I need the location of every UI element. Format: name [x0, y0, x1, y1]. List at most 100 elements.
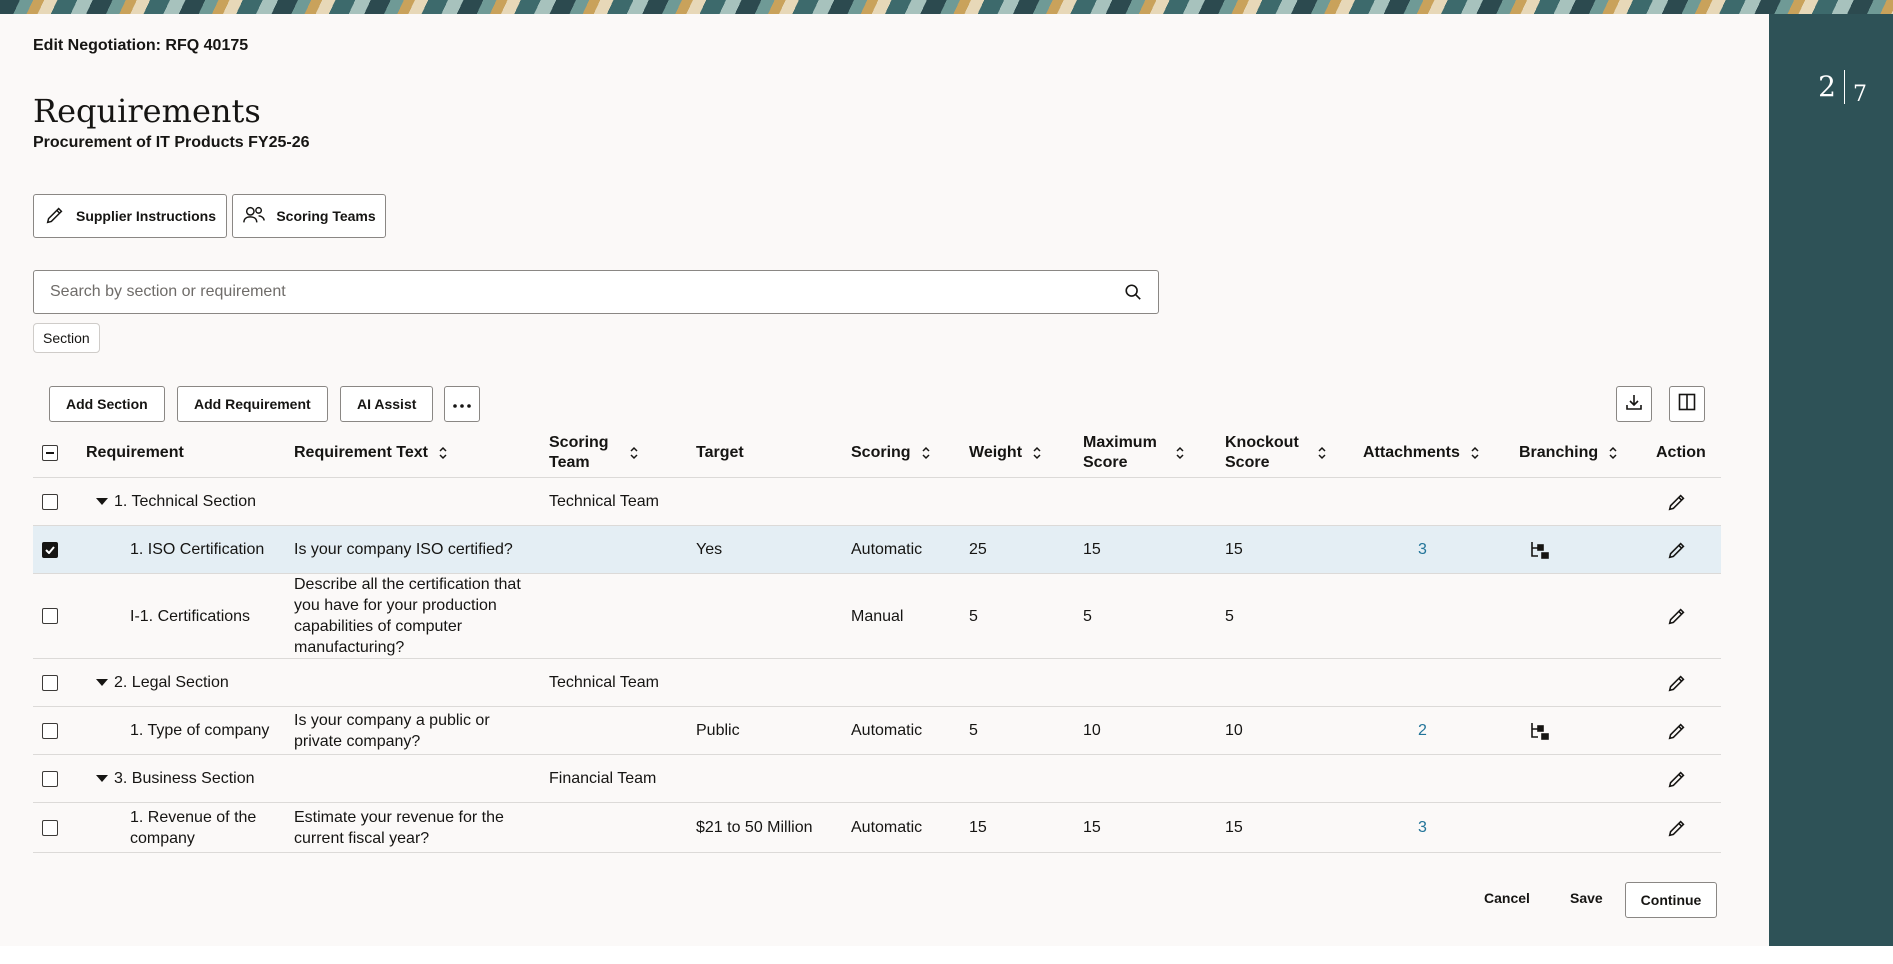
col-branching[interactable]: Branching	[1519, 428, 1618, 477]
search-input[interactable]	[34, 271, 1094, 313]
checkbox-icon	[42, 770, 58, 787]
scoring-teams-button[interactable]: Scoring Teams	[232, 194, 386, 238]
section-row[interactable]: 2. Legal Section Technical Team	[33, 659, 1721, 707]
search-icon[interactable]	[1124, 283, 1142, 306]
requirement-text: Estimate your revenue for the current fi…	[294, 808, 504, 847]
requirement-row[interactable]: 1. Revenue of the company Estimate your r…	[33, 803, 1721, 853]
row-checkbox[interactable]	[42, 707, 58, 754]
requirement-name: 1. Technical Section	[96, 478, 283, 525]
continue-button[interactable]: Continue	[1625, 882, 1717, 918]
attachments-link[interactable]: 3	[1418, 526, 1427, 573]
page-title: Requirements	[33, 92, 261, 130]
partial-select-icon	[42, 444, 58, 461]
requirement-name: 1. ISO Certification	[130, 541, 265, 558]
row-checkbox[interactable]	[42, 755, 58, 802]
requirement-text: Is your company a public or private comp…	[294, 711, 490, 750]
sort-icon	[438, 446, 448, 460]
cancel-button[interactable]: Cancel	[1484, 890, 1530, 906]
branching-icon[interactable]	[1529, 707, 1551, 754]
section-row[interactable]: 3. Business Section Financial Team	[33, 755, 1721, 803]
attachments-link[interactable]: 3	[1418, 803, 1427, 852]
row-checkbox[interactable]	[42, 478, 58, 525]
scoring-team: Technical Team	[549, 674, 659, 691]
requirement-text: Is your company ISO certified?	[294, 541, 513, 558]
section-filter-chip[interactable]: Section	[33, 323, 100, 353]
requirements-table: Requirement Requirement Text Scoring Tea…	[33, 428, 1721, 854]
requirement-name: 2. Legal Section	[96, 659, 283, 706]
row-checkbox[interactable]	[42, 803, 58, 852]
supplier-instructions-button[interactable]: Supplier Instructions	[33, 194, 227, 238]
supplier-instructions-label: Supplier Instructions	[75, 208, 216, 224]
export-button[interactable]	[1616, 386, 1652, 422]
train-total-steps: 7	[1853, 82, 1867, 107]
requirement-text	[294, 755, 534, 802]
collapse-caret-icon[interactable]	[96, 775, 108, 782]
col-scoring[interactable]: Scoring	[851, 428, 931, 477]
edit-pencil-icon[interactable]	[1666, 707, 1688, 754]
sort-icon	[1317, 446, 1327, 460]
edit-pencil-icon[interactable]	[1666, 659, 1688, 706]
weight: 5	[969, 722, 978, 739]
col-requirement[interactable]: Requirement	[86, 428, 184, 477]
row-checkbox[interactable]	[42, 659, 58, 706]
col-maximum-score[interactable]: Maximum Score	[1083, 428, 1185, 477]
train-current-step: 2	[1818, 70, 1836, 103]
scoring: Automatic	[851, 819, 923, 836]
checkbox-icon	[42, 819, 58, 836]
col-attachments[interactable]: Attachments	[1363, 428, 1480, 477]
train-step-indicator: 2 7	[1818, 70, 1867, 107]
add-requirement-button[interactable]: Add Requirement	[177, 386, 328, 422]
col-weight[interactable]: Weight	[969, 428, 1042, 477]
requirement-name: 1. Revenue of the company	[130, 808, 257, 847]
edit-pencil-icon[interactable]	[1666, 574, 1688, 658]
select-all-checkbox[interactable]	[42, 428, 58, 477]
collapse-caret-icon[interactable]	[96, 679, 108, 686]
edit-pencil-icon[interactable]	[1666, 755, 1688, 802]
sort-icon	[921, 446, 931, 460]
col-requirement-text[interactable]: Requirement Text	[294, 428, 448, 477]
page-subtitle: Procurement of IT Products FY25-26	[33, 134, 310, 151]
requirement-name: 1. Type of company	[130, 722, 270, 739]
edit-pencil-icon[interactable]	[1666, 478, 1688, 525]
row-checkbox[interactable]	[42, 526, 58, 573]
requirement-row[interactable]: 1. Type of company Is your company a publ…	[33, 707, 1721, 755]
maximum-score: 15	[1083, 541, 1101, 558]
maximum-score: 5	[1083, 607, 1092, 625]
col-scoring-team[interactable]: Scoring Team	[549, 428, 654, 477]
edit-pencil-icon[interactable]	[1666, 526, 1688, 573]
row-checkbox[interactable]	[42, 574, 58, 658]
column-layout-button[interactable]	[1669, 386, 1705, 422]
col-action: Action	[1656, 443, 1706, 461]
knockout-score: 5	[1225, 607, 1234, 625]
col-knockout-score[interactable]: Knockout Score	[1225, 428, 1327, 477]
requirement-name: I-1. Certifications	[130, 607, 251, 625]
search-bar	[33, 270, 1159, 314]
target: Yes	[696, 541, 723, 558]
section-row[interactable]: 1. Technical Section Technical Team	[33, 478, 1721, 526]
knockout-score: 10	[1225, 722, 1243, 739]
add-section-button[interactable]: Add Section	[49, 386, 165, 422]
sort-icon	[1470, 446, 1480, 460]
weight: 25	[969, 541, 987, 558]
scoring: Automatic	[851, 541, 923, 558]
knockout-score: 15	[1225, 541, 1243, 558]
edit-pencil-icon[interactable]	[1666, 803, 1688, 852]
maximum-score: 15	[1083, 819, 1101, 836]
checkbox-icon	[42, 722, 58, 739]
scoring: Manual	[851, 607, 904, 625]
attachments-link[interactable]: 2	[1418, 707, 1427, 754]
weight: 5	[969, 607, 978, 625]
checkbox-icon	[42, 541, 58, 558]
collapse-caret-icon[interactable]	[96, 498, 108, 505]
requirement-row[interactable]: I-1. Certifications Describe all the cert…	[33, 574, 1721, 659]
ai-assist-button[interactable]: AI Assist	[340, 386, 434, 422]
requirement-row[interactable]: 1. ISO Certification Is your company ISO …	[33, 526, 1721, 574]
save-button[interactable]: Save	[1570, 890, 1603, 906]
branching-icon[interactable]	[1529, 526, 1551, 573]
col-target: Target	[696, 443, 744, 461]
sort-icon	[629, 446, 639, 460]
train-divider	[1844, 70, 1845, 104]
requirement-text: Describe all the certification that you …	[294, 576, 521, 656]
more-actions-button[interactable]	[444, 386, 480, 422]
decorative-banner	[0, 0, 1893, 14]
